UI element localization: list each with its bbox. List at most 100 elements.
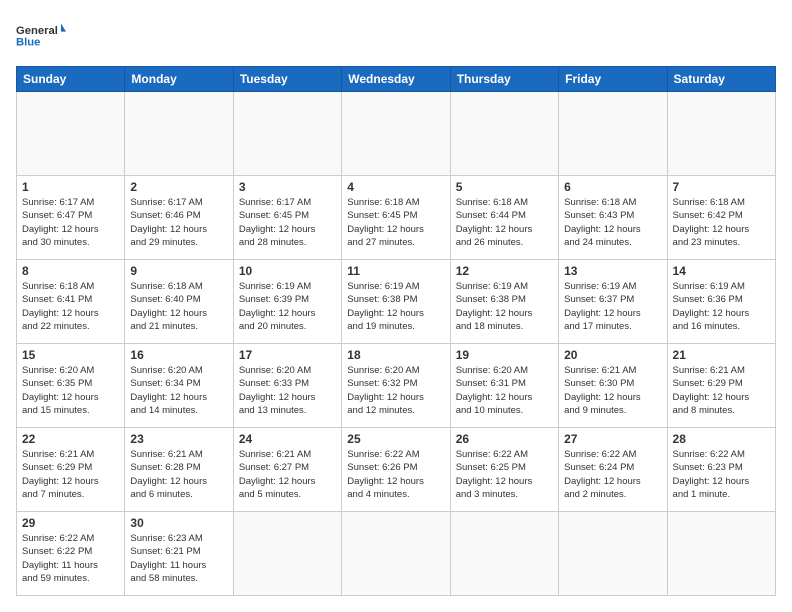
day-number: 27: [564, 432, 661, 446]
day-info: Sunrise: 6:18 AM Sunset: 6:45 PM Dayligh…: [347, 196, 444, 249]
day-info: Sunrise: 6:20 AM Sunset: 6:32 PM Dayligh…: [347, 364, 444, 417]
calendar-cell: 6 Sunrise: 6:18 AM Sunset: 6:43 PM Daylig…: [559, 176, 667, 260]
calendar-cell: 18 Sunrise: 6:20 AM Sunset: 6:32 PM Dayli…: [342, 344, 450, 428]
calendar-cell: 15 Sunrise: 6:20 AM Sunset: 6:35 PM Dayli…: [17, 344, 125, 428]
dow-header: Sunday: [17, 67, 125, 92]
day-info: Sunrise: 6:18 AM Sunset: 6:40 PM Dayligh…: [130, 280, 227, 333]
day-info: Sunrise: 6:19 AM Sunset: 6:38 PM Dayligh…: [456, 280, 553, 333]
day-number: 2: [130, 180, 227, 194]
day-number: 26: [456, 432, 553, 446]
dow-header: Friday: [559, 67, 667, 92]
day-info: Sunrise: 6:18 AM Sunset: 6:43 PM Dayligh…: [564, 196, 661, 249]
calendar-body: 1 Sunrise: 6:17 AM Sunset: 6:47 PM Daylig…: [17, 92, 776, 596]
day-info: Sunrise: 6:19 AM Sunset: 6:37 PM Dayligh…: [564, 280, 661, 333]
calendar-cell: 11 Sunrise: 6:19 AM Sunset: 6:38 PM Dayli…: [342, 260, 450, 344]
calendar-cell: 1 Sunrise: 6:17 AM Sunset: 6:47 PM Daylig…: [17, 176, 125, 260]
day-number: 14: [673, 264, 770, 278]
day-number: 4: [347, 180, 444, 194]
day-number: 25: [347, 432, 444, 446]
day-number: 24: [239, 432, 336, 446]
day-info: Sunrise: 6:20 AM Sunset: 6:33 PM Dayligh…: [239, 364, 336, 417]
calendar-cell: [667, 92, 775, 176]
calendar-cell: [17, 92, 125, 176]
calendar: SundayMondayTuesdayWednesdayThursdayFrid…: [16, 66, 776, 596]
day-number: 18: [347, 348, 444, 362]
calendar-cell: [233, 92, 341, 176]
day-info: Sunrise: 6:21 AM Sunset: 6:28 PM Dayligh…: [130, 448, 227, 501]
day-info: Sunrise: 6:20 AM Sunset: 6:35 PM Dayligh…: [22, 364, 119, 417]
calendar-cell: 13 Sunrise: 6:19 AM Sunset: 6:37 PM Dayli…: [559, 260, 667, 344]
day-info: Sunrise: 6:23 AM Sunset: 6:21 PM Dayligh…: [130, 532, 227, 585]
calendar-cell: [450, 92, 558, 176]
calendar-cell: [450, 512, 558, 596]
day-number: 1: [22, 180, 119, 194]
day-number: 5: [456, 180, 553, 194]
calendar-cell: [559, 512, 667, 596]
day-number: 20: [564, 348, 661, 362]
calendar-cell: 29 Sunrise: 6:22 AM Sunset: 6:22 PM Dayli…: [17, 512, 125, 596]
calendar-cell: 20 Sunrise: 6:21 AM Sunset: 6:30 PM Dayli…: [559, 344, 667, 428]
calendar-cell: [342, 92, 450, 176]
logo: General Blue: [16, 16, 66, 56]
calendar-week-row: 1 Sunrise: 6:17 AM Sunset: 6:47 PM Daylig…: [17, 176, 776, 260]
day-number: 8: [22, 264, 119, 278]
day-info: Sunrise: 6:21 AM Sunset: 6:30 PM Dayligh…: [564, 364, 661, 417]
day-number: 10: [239, 264, 336, 278]
svg-text:General: General: [16, 25, 58, 37]
day-number: 21: [673, 348, 770, 362]
dow-header: Thursday: [450, 67, 558, 92]
svg-text:Blue: Blue: [16, 36, 40, 48]
day-info: Sunrise: 6:17 AM Sunset: 6:45 PM Dayligh…: [239, 196, 336, 249]
day-number: 19: [456, 348, 553, 362]
calendar-cell: 10Sunrise: 6:19 AM Sunset: 6:39 PM Dayli…: [233, 260, 341, 344]
day-info: Sunrise: 6:20 AM Sunset: 6:34 PM Dayligh…: [130, 364, 227, 417]
calendar-cell: [342, 512, 450, 596]
day-number: 15: [22, 348, 119, 362]
calendar-cell: 16Sunrise: 6:20 AM Sunset: 6:34 PM Dayli…: [125, 344, 233, 428]
day-number: 6: [564, 180, 661, 194]
day-info: Sunrise: 6:19 AM Sunset: 6:38 PM Dayligh…: [347, 280, 444, 333]
calendar-cell: 8Sunrise: 6:18 AM Sunset: 6:41 PM Daylig…: [17, 260, 125, 344]
calendar-cell: 12 Sunrise: 6:19 AM Sunset: 6:38 PM Dayli…: [450, 260, 558, 344]
day-number: 28: [673, 432, 770, 446]
calendar-cell: 3 Sunrise: 6:17 AM Sunset: 6:45 PM Daylig…: [233, 176, 341, 260]
calendar-week-row: 8Sunrise: 6:18 AM Sunset: 6:41 PM Daylig…: [17, 260, 776, 344]
calendar-cell: 5 Sunrise: 6:18 AM Sunset: 6:44 PM Daylig…: [450, 176, 558, 260]
calendar-cell: 22 Sunrise: 6:21 AM Sunset: 6:29 PM Dayli…: [17, 428, 125, 512]
calendar-cell: 30Sunrise: 6:23 AM Sunset: 6:21 PM Dayli…: [125, 512, 233, 596]
calendar-cell: 24 Sunrise: 6:21 AM Sunset: 6:27 PM Dayli…: [233, 428, 341, 512]
day-info: Sunrise: 6:18 AM Sunset: 6:44 PM Dayligh…: [456, 196, 553, 249]
day-number: 13: [564, 264, 661, 278]
calendar-cell: 4 Sunrise: 6:18 AM Sunset: 6:45 PM Daylig…: [342, 176, 450, 260]
calendar-cell: 19Sunrise: 6:20 AM Sunset: 6:31 PM Dayli…: [450, 344, 558, 428]
calendar-cell: 17 Sunrise: 6:20 AM Sunset: 6:33 PM Dayli…: [233, 344, 341, 428]
day-number: 3: [239, 180, 336, 194]
day-info: Sunrise: 6:22 AM Sunset: 6:22 PM Dayligh…: [22, 532, 119, 585]
calendar-cell: 25 Sunrise: 6:22 AM Sunset: 6:26 PM Dayli…: [342, 428, 450, 512]
calendar-cell: 28 Sunrise: 6:22 AM Sunset: 6:23 PM Dayli…: [667, 428, 775, 512]
calendar-cell: 7Sunrise: 6:18 AM Sunset: 6:42 PM Daylig…: [667, 176, 775, 260]
day-info: Sunrise: 6:21 AM Sunset: 6:29 PM Dayligh…: [22, 448, 119, 501]
calendar-cell: 14Sunrise: 6:19 AM Sunset: 6:36 PM Dayli…: [667, 260, 775, 344]
calendar-cell: 26Sunrise: 6:22 AM Sunset: 6:25 PM Dayli…: [450, 428, 558, 512]
day-info: Sunrise: 6:17 AM Sunset: 6:47 PM Dayligh…: [22, 196, 119, 249]
day-info: Sunrise: 6:22 AM Sunset: 6:26 PM Dayligh…: [347, 448, 444, 501]
day-number: 22: [22, 432, 119, 446]
day-number: 7: [673, 180, 770, 194]
dow-header: Saturday: [667, 67, 775, 92]
calendar-cell: 9Sunrise: 6:18 AM Sunset: 6:40 PM Daylig…: [125, 260, 233, 344]
day-number: 23: [130, 432, 227, 446]
day-info: Sunrise: 6:22 AM Sunset: 6:23 PM Dayligh…: [673, 448, 770, 501]
calendar-week-row: [17, 92, 776, 176]
day-number: 12: [456, 264, 553, 278]
dow-header: Wednesday: [342, 67, 450, 92]
days-of-week-row: SundayMondayTuesdayWednesdayThursdayFrid…: [17, 67, 776, 92]
calendar-cell: [125, 92, 233, 176]
day-number: 11: [347, 264, 444, 278]
day-number: 17: [239, 348, 336, 362]
calendar-week-row: 29 Sunrise: 6:22 AM Sunset: 6:22 PM Dayli…: [17, 512, 776, 596]
calendar-cell: [559, 92, 667, 176]
day-info: Sunrise: 6:21 AM Sunset: 6:27 PM Dayligh…: [239, 448, 336, 501]
day-number: 29: [22, 516, 119, 530]
calendar-cell: 23 Sunrise: 6:21 AM Sunset: 6:28 PM Dayli…: [125, 428, 233, 512]
